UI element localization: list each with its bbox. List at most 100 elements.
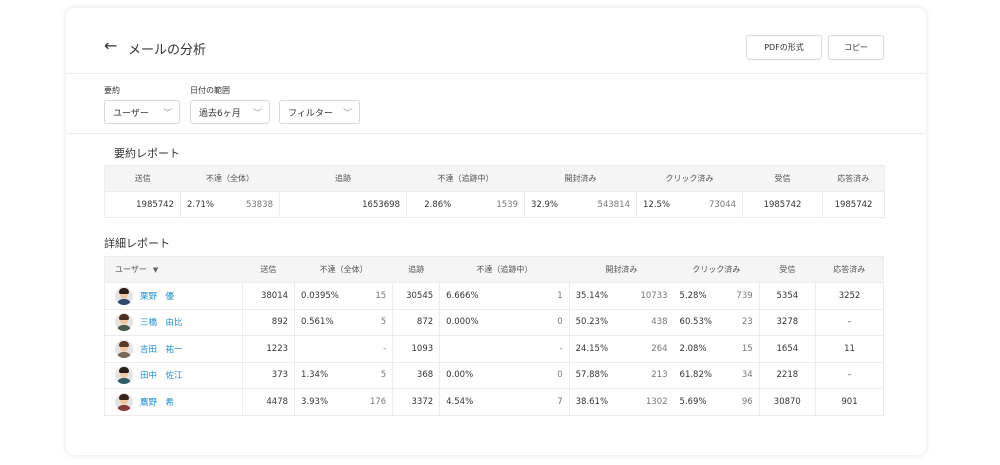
cell-open-pct: 32.9% (524, 191, 575, 218)
col-received: 受信 (742, 165, 823, 192)
cell-tbounce-count: 0 (523, 308, 570, 336)
chevron-down-icon: ﹀ (162, 109, 172, 119)
col-tracked: 追跡 (279, 165, 407, 192)
page-title: メールの分析 (128, 43, 207, 58)
cell-click-count: 73044 (686, 191, 743, 218)
cell-open-pct: 35.14% (569, 282, 628, 309)
date-range-label: 日付の範囲 (190, 86, 230, 95)
copy-button[interactable]: コピー (828, 35, 884, 60)
user-info: 吉田 祐一 (115, 339, 242, 358)
summary-report-title: 要約レポート (114, 147, 180, 160)
cell-received: 3278 (759, 308, 817, 336)
sort-down-icon[interactable]: ▼ (153, 266, 158, 274)
avatar-woman-icon (115, 392, 133, 411)
summary-table: 送信 不達（全体） 追跡 不達（追跡中） 開封済み クリック済み 受信 応答済み… (104, 165, 885, 218)
cell-replied: 3252 (815, 282, 884, 309)
col-bounce-tracked: 不達（追跡中） (406, 165, 525, 192)
col-user[interactable]: ユーザー ▼ (104, 256, 243, 283)
col-bounce-tracked: 不達（追跡中） (439, 256, 570, 283)
cell-click-count: 739 (727, 282, 760, 309)
avatar-man-icon (115, 339, 133, 358)
detail-report-title: 詳細レポート (104, 237, 170, 250)
table-row: 吉田 祐一 1223-1093-24.15% 264 2.08% 15 1654 11 (104, 335, 884, 362)
cell-open-pct: 57.88% (569, 361, 628, 389)
table-row: 田中 佐江 373 1.34% 5 368 0.00% 0 57.88% 213 61.82% 34… (104, 361, 884, 389)
analytics-card: ← メールの分析 PDFの形式 コピー 要約 日付の範囲 ユーザー ﹀ 過去6ヶ… (66, 8, 926, 455)
cell-click-count: 23 (727, 308, 760, 336)
pdf-export-button[interactable]: PDFの形式 (746, 35, 822, 60)
cell-click-count: 96 (727, 388, 760, 415)
cell-user: 三橋 由比 (104, 308, 243, 336)
cell-bounce-count: 53838 (232, 191, 280, 218)
cell-replied: - (815, 361, 884, 389)
cell-tracked: 872 (392, 308, 441, 336)
filter-select-value: フィルター (288, 108, 333, 119)
user-info: 栗野 優 (115, 286, 242, 305)
cell-sent: 38014 (242, 282, 296, 309)
col-replied: 応答済み (822, 165, 885, 192)
cell-open-count: 213 (627, 361, 674, 389)
user-select[interactable]: ユーザー ﹀ (104, 100, 180, 124)
table-row: 鷹野 希 4478 3.93% 176 3372 4.54% 7 38.61% 1302 5.69… (104, 388, 884, 415)
cell-open-pct: 24.15% (569, 335, 628, 362)
col-opened: 開封済み (524, 165, 637, 192)
summary-header-row: 送信 不達（全体） 追跡 不達（追跡中） 開封済み クリック済み 受信 応答済み (104, 165, 885, 192)
cell-bounce-count: 5 (369, 308, 394, 336)
cell-tracked: 3372 (392, 388, 441, 415)
filter-select[interactable]: フィルター ﹀ (279, 100, 360, 124)
user-select-value: ユーザー (113, 108, 149, 119)
page-header: ← メールの分析 PDFの形式 コピー (66, 8, 926, 74)
cell-bounce-count: 176 (369, 388, 394, 415)
cell-sent: 1985742 (104, 191, 181, 218)
table-row: 栗野 優 38014 0.0395% 15 30545 6.666% 1 35.14% 1073… (104, 282, 884, 309)
user-name-link[interactable]: 栗野 優 (140, 290, 174, 302)
cell-tbounce-count: 1539 (468, 191, 525, 218)
cell-sent: 892 (242, 308, 296, 336)
col-clicked: クリック済み (673, 256, 760, 283)
cell-replied: 11 (815, 335, 884, 362)
cell-bounce-pct (294, 335, 370, 362)
back-arrow-icon[interactable]: ← (104, 38, 117, 54)
user-name-link[interactable]: 田中 佐江 (140, 369, 183, 381)
col-opened: 開封済み (569, 256, 674, 283)
cell-user: 田中 佐江 (104, 361, 243, 389)
col-received: 受信 (759, 256, 816, 283)
cell-click-pct: 60.53% (673, 308, 728, 336)
avatar-man-icon (115, 366, 133, 385)
user-info: 田中 佐江 (115, 366, 242, 385)
cell-user: 吉田 祐一 (104, 335, 243, 362)
cell-tbounce-pct: 4.54% (439, 388, 524, 415)
cell-click-pct: 2.08% (673, 335, 728, 362)
user-name-link[interactable]: 三橋 由比 (140, 316, 183, 328)
cell-bounce-count: 15 (369, 282, 394, 309)
summary-label: 要約 (104, 86, 120, 95)
date-range-select[interactable]: 過去6ヶ月 ﹀ (190, 100, 270, 124)
cell-click-count: 15 (727, 335, 760, 362)
cell-user: 鷹野 希 (104, 388, 243, 415)
cell-tbounce-pct (439, 335, 524, 362)
cell-tbounce-count: 7 (523, 388, 570, 415)
cell-open-count: 1302 (627, 388, 674, 415)
cell-replied: 1985742 (822, 191, 885, 218)
col-replied: 応答済み (815, 256, 884, 283)
cell-click-pct: 12.5% (636, 191, 687, 218)
cell-tbounce-pct: 2.86% (406, 191, 469, 218)
cell-bounce-pct: 3.93% (294, 388, 370, 415)
cell-sent: 4478 (242, 388, 296, 415)
cell-tracked: 1093 (392, 335, 441, 362)
user-name-link[interactable]: 鷹野 希 (140, 396, 174, 408)
col-tracked: 追跡 (392, 256, 440, 283)
col-bounce-total: 不達（全体） (294, 256, 393, 283)
cell-bounce-count: 5 (369, 361, 394, 389)
avatar-man-icon (115, 286, 133, 305)
cell-bounce-pct: 1.34% (294, 361, 370, 389)
cell-tbounce-count: - (523, 335, 570, 362)
cell-click-pct: 5.28% (673, 282, 728, 309)
chevron-down-icon: ﹀ (342, 109, 352, 119)
cell-open-count: 264 (627, 335, 674, 362)
cell-open-count: 438 (627, 308, 674, 336)
cell-tbounce-pct: 0.00% (439, 361, 524, 389)
user-name-link[interactable]: 吉田 祐一 (140, 343, 183, 355)
cell-tbounce-count: 1 (523, 282, 570, 309)
cell-tbounce-pct: 0.000% (439, 308, 524, 336)
